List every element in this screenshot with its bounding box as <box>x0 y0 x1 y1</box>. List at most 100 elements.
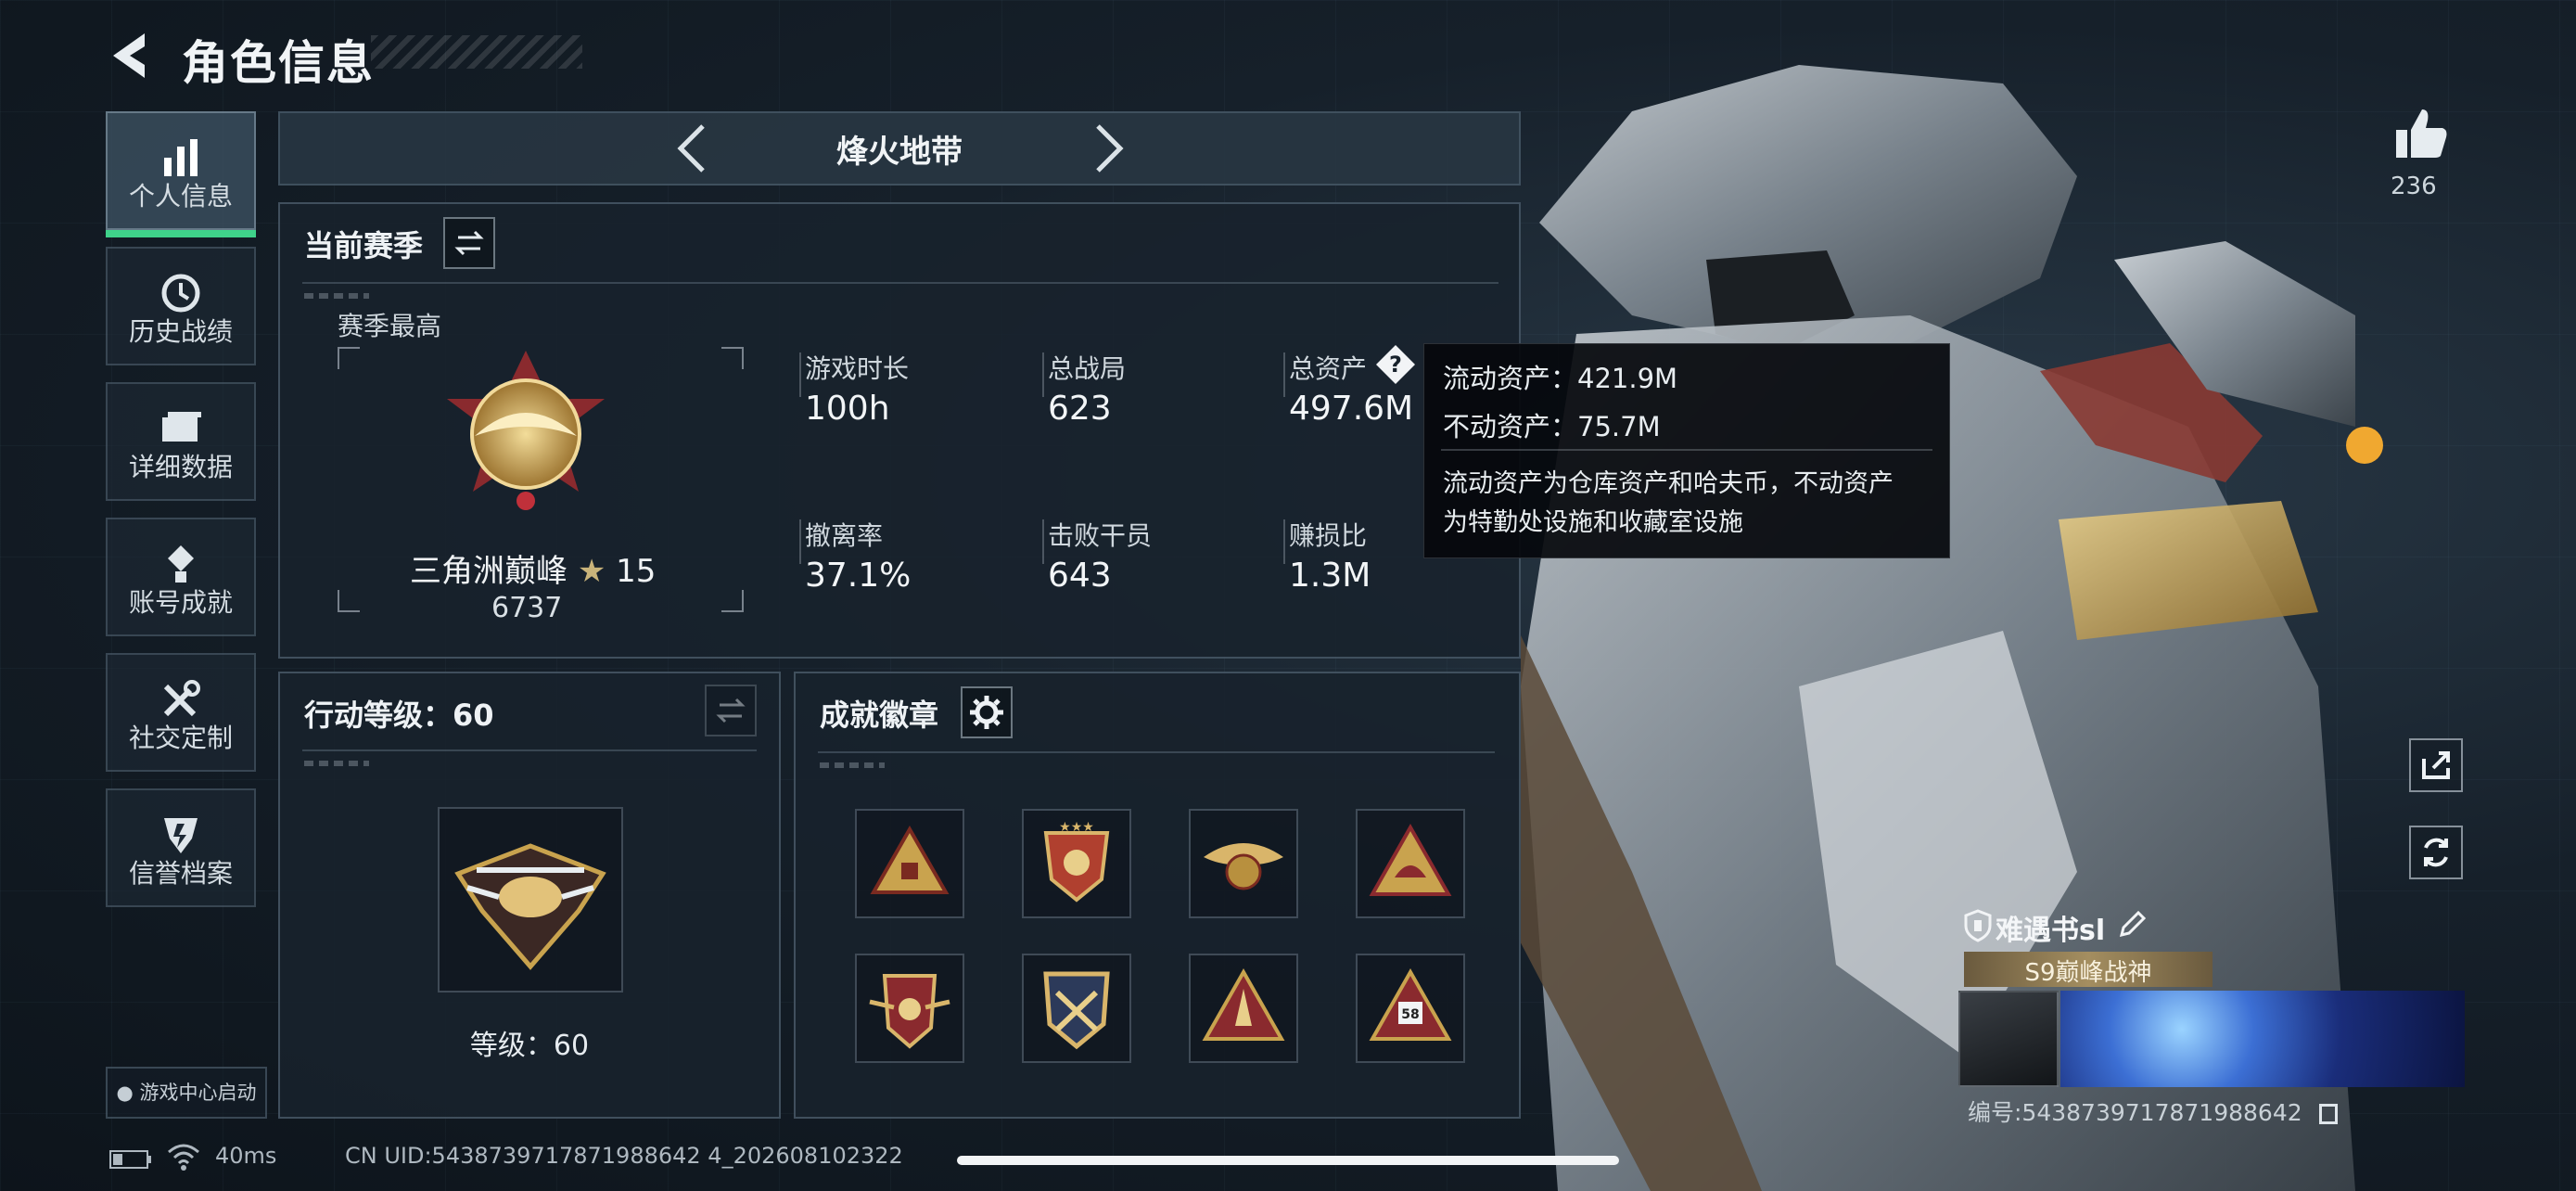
title-decoration <box>371 35 582 69</box>
nav-item-history[interactable]: 历史战绩 <box>106 247 256 365</box>
season-best-label: 赛季最高 <box>338 311 442 341</box>
mode-selector: 烽火地带 <box>278 111 1521 186</box>
stat-label: 击败干员 <box>1048 520 1153 551</box>
season-divider <box>302 282 1498 284</box>
uid-text: CN UID:5438739717871988642 4_20260810232… <box>345 1143 903 1169</box>
swap-icon <box>716 698 746 724</box>
tooltip-divider <box>1441 449 1932 451</box>
nav-item-personal-info[interactable]: 个人信息 <box>106 111 256 237</box>
stat-separator <box>799 352 801 397</box>
thumbs-up-icon[interactable] <box>2391 104 2450 163</box>
tooltip-desc-2: 为特勤处设施和收藏室设施 <box>1443 508 1743 537</box>
home-indicator[interactable] <box>957 1156 1619 1165</box>
svg-text:★★★: ★★★ <box>1059 820 1094 835</box>
frame-corner <box>721 590 744 612</box>
avatar[interactable] <box>1958 991 2059 1087</box>
deco-dots <box>304 293 369 299</box>
gear-icon <box>970 696 1003 729</box>
action-level-emblem-frame <box>438 807 623 992</box>
copy-icon[interactable] <box>2318 1104 2338 1124</box>
stat-separator <box>1042 519 1044 564</box>
tooltip-fixed-assets: 不动资产：75.7M <box>1443 411 1661 442</box>
rank-stars: 15 <box>616 553 657 590</box>
stat-separator <box>799 519 801 564</box>
shield-icon <box>1964 909 1992 942</box>
svg-text:58: 58 <box>1401 1007 1419 1022</box>
page-title: 角色信息 <box>182 36 375 90</box>
action-level-switch-button[interactable] <box>705 685 757 736</box>
stat-label: 撤离率 <box>805 520 884 551</box>
stat-value: 497.6M <box>1289 390 1414 428</box>
person-icon: ● <box>116 1082 134 1104</box>
badge-eagle-gold[interactable] <box>1189 809 1298 918</box>
share-button[interactable] <box>2409 738 2463 792</box>
help-question-icon[interactable]: ? <box>1374 343 1417 386</box>
deco-dots <box>304 761 369 766</box>
season-switch-button[interactable] <box>443 217 495 269</box>
star-icon: ★ <box>577 553 606 590</box>
stat-separator <box>1042 352 1044 397</box>
edit-pencil-icon[interactable] <box>2116 909 2148 941</box>
like-count: 236 <box>2391 173 2437 200</box>
nav-item-credit-record[interactable]: 信誉档案 <box>106 788 256 907</box>
rank-name-row: 三角洲巅峰 ★ 15 <box>410 545 656 591</box>
badge-triangle-gold[interactable] <box>855 809 964 918</box>
stat-label: 总资产 <box>1289 353 1368 384</box>
nav-item-detail-data[interactable]: 详细数据 <box>106 382 256 501</box>
next-mode-arrow-icon[interactable] <box>1087 121 1131 176</box>
badges-title: 成就徽章 <box>820 698 939 733</box>
asset-tooltip: 流动资产：421.9M 不动资产：75.7M 流动资产为仓库资产和哈夫币，不动资… <box>1423 343 1950 558</box>
wifi-icon <box>168 1144 199 1171</box>
shield-badge-icon <box>164 818 198 853</box>
frame-corner <box>338 347 360 369</box>
badge-shield-crossed[interactable] <box>1022 954 1131 1063</box>
stat-value: 1.3M <box>1289 557 1371 595</box>
frame-corner <box>338 590 360 612</box>
ping-text: 40ms <box>215 1143 277 1169</box>
season-panel: 当前赛季 赛季最高 三角洲巅峰 ★ 15 6737 游戏时长 100h 总战局 … <box>278 202 1521 659</box>
badge-shield-stars[interactable]: ★★★ <box>1022 809 1131 918</box>
player-name: 难遇书sl <box>1996 915 2106 947</box>
svg-text:?: ? <box>1389 352 1402 378</box>
nav-item-achievements[interactable]: 账号成就 <box>106 518 256 636</box>
tooltip-desc-1: 流动资产为仓库资产和哈夫币，不动资产 <box>1443 469 1894 498</box>
refresh-icon <box>2424 838 2448 867</box>
player-banner-image <box>2060 991 2465 1087</box>
bar-chart-icon <box>164 139 198 176</box>
history-clock-icon <box>161 274 200 313</box>
player-id-text: 编号:5438739717871988642 <box>1968 1099 2302 1126</box>
badge-triangle-helmet[interactable] <box>1356 809 1465 918</box>
helicopter-emblem-icon <box>454 843 606 970</box>
action-level-text: 等级：60 <box>469 1030 590 1062</box>
nav-label: 历史战绩 <box>128 316 233 347</box>
game-center-launch-button[interactable]: ● 游戏中心启动 <box>106 1067 267 1119</box>
nav-label: 详细数据 <box>128 452 233 482</box>
back-arrow-icon[interactable] <box>104 28 159 83</box>
nav-label: 社交定制 <box>128 723 233 753</box>
stat-value: 643 <box>1048 557 1112 595</box>
rank-name: 三角洲巅峰 <box>410 553 567 590</box>
player-title-banner: S9巅峰战神 <box>1964 952 2213 987</box>
rank-points: 6737 <box>491 592 563 624</box>
player-title: S9巅峰战神 <box>2024 959 2152 987</box>
frame-corner <box>721 347 744 369</box>
action-level-divider <box>302 749 757 751</box>
stat-value: 37.1% <box>805 557 912 595</box>
badges-settings-button[interactable] <box>961 686 1013 738</box>
badge-triangle-58[interactable]: 58 <box>1356 954 1465 1063</box>
badges-divider <box>818 751 1495 753</box>
share-icon <box>2422 751 2450 779</box>
nav-item-social-custom[interactable]: 社交定制 <box>106 653 256 772</box>
deco-dots <box>820 762 885 768</box>
stat-value: 623 <box>1048 390 1112 428</box>
swap-icon <box>454 230 484 256</box>
nav-label: 账号成就 <box>128 587 233 618</box>
stat-label: 游戏时长 <box>805 353 910 384</box>
season-title: 当前赛季 <box>304 228 424 263</box>
medal-icon <box>168 545 194 583</box>
rotate-button[interactable] <box>2409 826 2463 879</box>
badge-shield-wings[interactable] <box>855 954 964 1063</box>
folder-icon <box>162 412 201 442</box>
badge-triangle-rocket[interactable] <box>1189 954 1298 1063</box>
player-id: 编号:5438739717871988642 <box>1968 1095 2338 1128</box>
